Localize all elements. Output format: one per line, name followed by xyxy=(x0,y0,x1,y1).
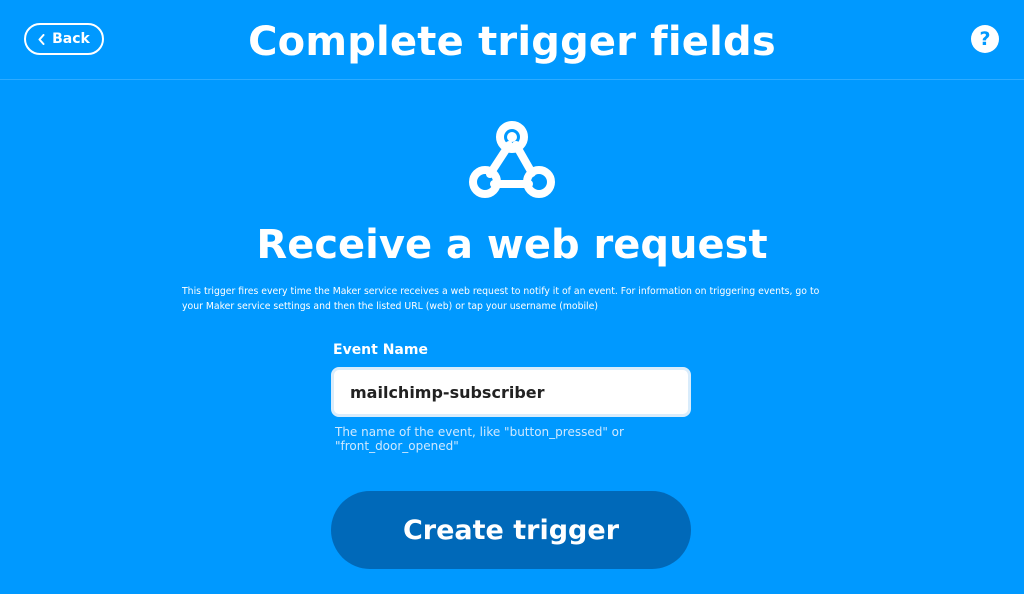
event-name-label: Event Name xyxy=(333,342,428,358)
create-trigger-label: Create trigger xyxy=(402,514,620,546)
trigger-description: This trigger fires every time the Maker … xyxy=(182,286,820,312)
page: Back Complete trigger fields ? Receive a… xyxy=(0,0,1024,594)
header: Back Complete trigger fields ? xyxy=(0,0,1024,80)
trigger-title: Receive a web request xyxy=(256,222,768,268)
help-button[interactable]: ? xyxy=(971,25,999,53)
help-icon: ? xyxy=(979,28,991,50)
event-name-input[interactable] xyxy=(331,367,691,417)
webhook-icon xyxy=(469,121,555,198)
event-name-helper-text: The name of the event, like "button_pres… xyxy=(335,425,624,453)
create-trigger-button[interactable]: Create trigger xyxy=(331,491,691,569)
page-title: Complete trigger fields xyxy=(248,19,776,65)
